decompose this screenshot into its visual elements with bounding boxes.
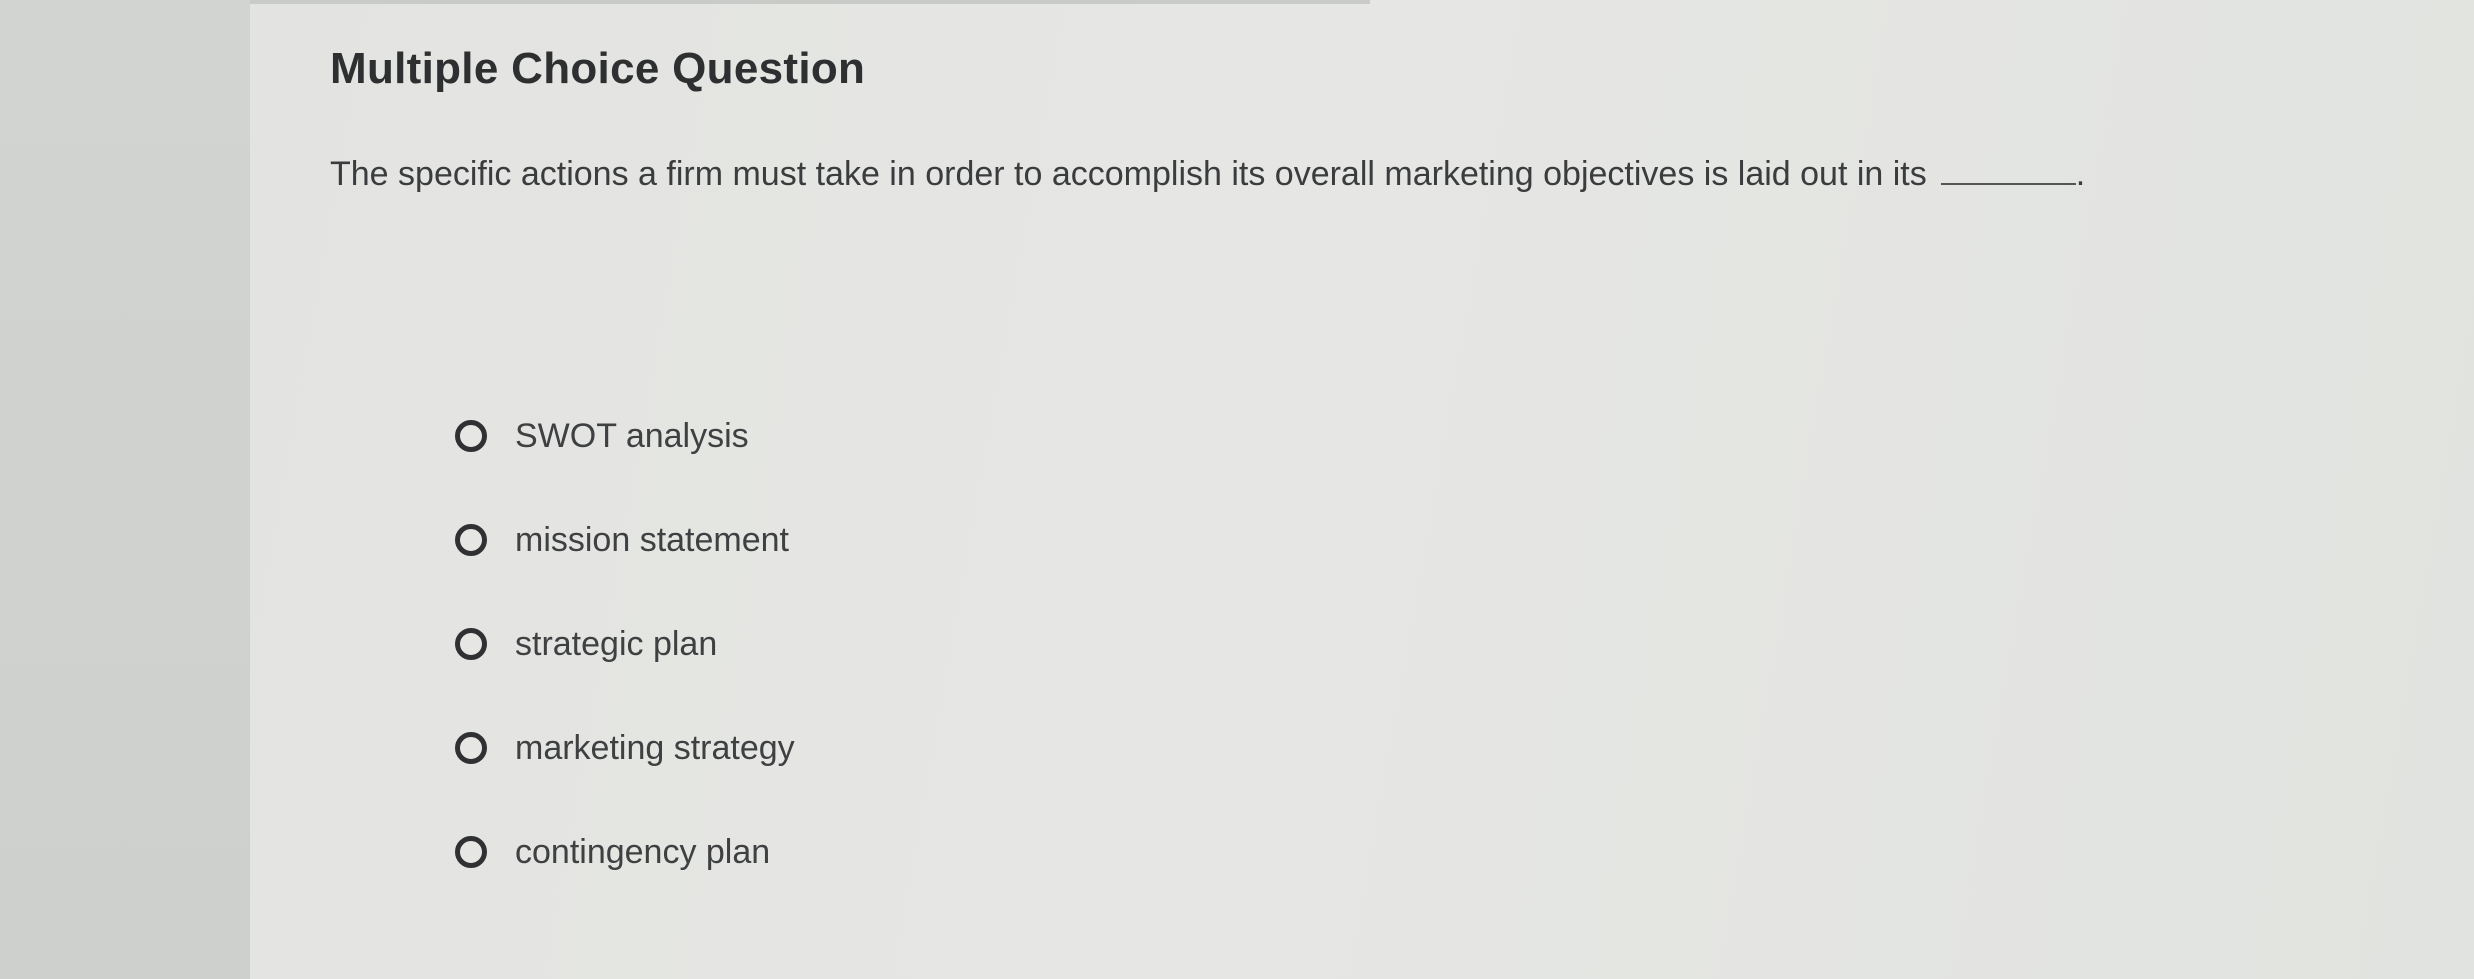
option-label[interactable]: mission statement <box>515 521 789 560</box>
question-text-row: The specific actions a firm must take in… <box>330 155 2085 194</box>
option-strategic-plan[interactable]: strategic plan <box>455 620 795 668</box>
option-label[interactable]: strategic plan <box>515 625 717 664</box>
question-end-punctuation: . <box>2075 155 2086 193</box>
option-label[interactable]: SWOT analysis <box>515 417 749 456</box>
radio-button[interactable] <box>455 420 487 452</box>
top-divider <box>250 0 1370 4</box>
option-marketing-strategy[interactable]: marketing strategy <box>455 724 795 772</box>
option-label[interactable]: marketing strategy <box>515 729 795 768</box>
option-swot-analysis[interactable]: SWOT analysis <box>455 412 795 460</box>
option-contingency-plan[interactable]: contingency plan <box>455 828 795 876</box>
radio-button[interactable] <box>455 732 487 764</box>
radio-button[interactable] <box>455 524 487 556</box>
question-panel: Multiple Choice Question The specific ac… <box>250 0 2474 979</box>
answer-options: SWOT analysis mission statement strategi… <box>455 412 795 932</box>
option-mission-statement[interactable]: mission statement <box>455 516 795 564</box>
left-gutter <box>0 0 250 979</box>
question-text: The specific actions a firm must take in… <box>330 155 1927 193</box>
question-heading: Multiple Choice Question <box>330 44 866 93</box>
answer-blank <box>1940 183 2076 185</box>
radio-button[interactable] <box>455 836 487 868</box>
option-label[interactable]: contingency plan <box>515 833 770 872</box>
radio-button[interactable] <box>455 628 487 660</box>
